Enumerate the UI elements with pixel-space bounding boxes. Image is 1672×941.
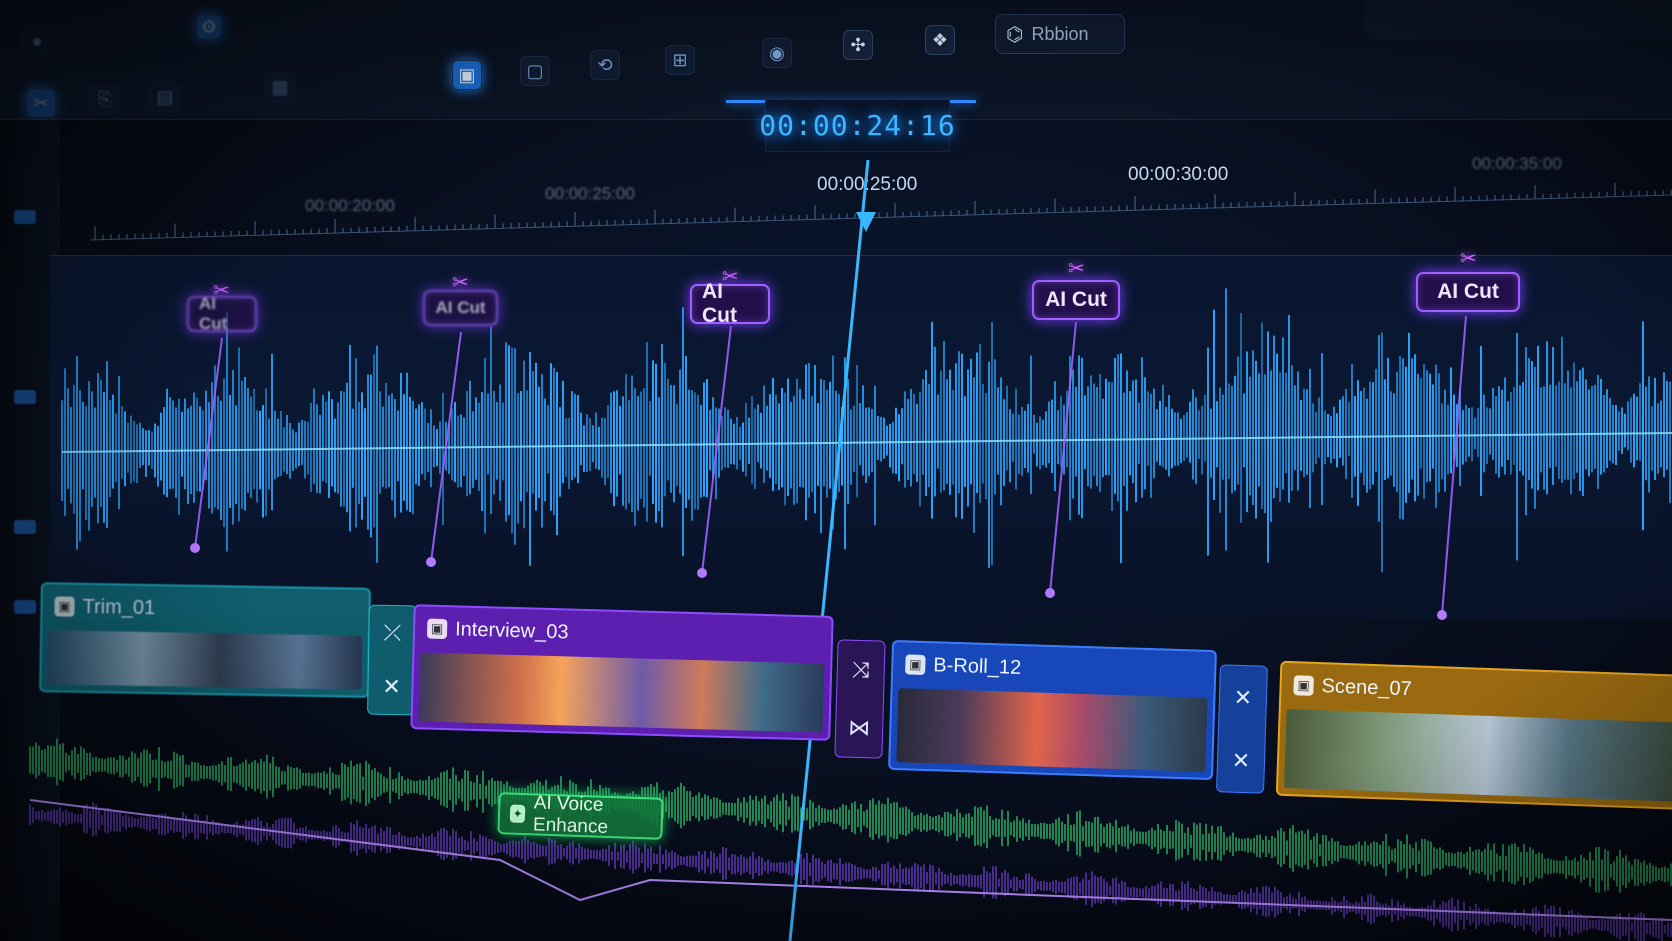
ai-cut-anchor: [426, 557, 436, 567]
clip-icon: ▣: [426, 618, 448, 640]
ai-cut-label: AI Cut: [435, 298, 486, 317]
clip-name: Scene_07: [1321, 674, 1413, 700]
transition-handle[interactable]: ⤨ ⋈: [834, 639, 886, 759]
clip-name: B-Roll_12: [933, 653, 1022, 679]
ai-cut-label: AI Cut: [1437, 280, 1499, 303]
clip-icon: ▣: [1293, 675, 1314, 696]
ai-cut-marker[interactable]: AI Cut: [423, 290, 498, 326]
bowtie-icon: ⋈: [847, 714, 871, 741]
transition-icon: ⤫: [383, 619, 402, 646]
ai-cut-anchor: [1045, 588, 1055, 598]
video-clip[interactable]: ▣ B-Roll_12: [888, 639, 1217, 781]
ai-cut-label: AI Cut: [1045, 288, 1107, 311]
ai-voice-enhance-badge[interactable]: ✦ AI Voice Enhance: [497, 792, 664, 840]
clip-icon: ▣: [54, 596, 75, 617]
clip-icon: ▣: [905, 654, 926, 675]
clip-thumbnail: [47, 630, 363, 690]
scissors-icon: ✂: [1068, 258, 1085, 280]
transition-icon: ⤨: [851, 656, 870, 683]
ai-cut-marker[interactable]: AI Cut: [690, 280, 770, 327]
scissors-icon: ✂: [1460, 248, 1477, 270]
close-icon: ✕: [382, 673, 401, 700]
ai-cut-anchor: [697, 568, 707, 578]
close-icon: ✕: [1231, 747, 1251, 773]
ai-cut-label: AI Cut: [702, 280, 737, 327]
clip-thumbnail: [418, 652, 825, 733]
video-clip[interactable]: ▣ Scene_07: [1275, 660, 1672, 811]
ai-cut-marker[interactable]: AI Cut: [187, 294, 257, 333]
clip-thumbnail: [896, 688, 1208, 772]
video-editor-window: ● ⚙ ✂ ⎘ ▤ ▦ ▣ ▢ ⟲ ⊞ ◉ ✣ ❖ ⌬ Rbbion 00:00…: [0, 0, 1672, 941]
close-icon: ✕: [1233, 684, 1253, 710]
transition-handle[interactable]: ✕ ✕: [1216, 664, 1268, 794]
ai-cut-label: AI Cut: [199, 294, 228, 333]
playhead-line: [788, 159, 870, 941]
clip-name: Interview_03: [454, 617, 569, 643]
enhance-icon: ✦: [509, 804, 526, 824]
playhead-handle: [856, 212, 876, 232]
ai-cut-marker[interactable]: AI Cut: [1416, 272, 1520, 312]
ai-cut-anchor: [190, 543, 200, 553]
video-clip[interactable]: ▣ Interview_03: [410, 604, 834, 741]
ai-cut-marker[interactable]: AI Cut: [1032, 280, 1120, 320]
voice-enhance-label: AI Voice Enhance: [532, 792, 609, 838]
video-clip[interactable]: ▣ Trim_01: [39, 582, 371, 698]
clip-thumbnail: [1284, 708, 1672, 803]
transition-handle[interactable]: ⤫ ✕: [367, 604, 417, 716]
clip-name: Trim_01: [82, 595, 156, 619]
ai-cut-anchor: [1437, 610, 1447, 620]
